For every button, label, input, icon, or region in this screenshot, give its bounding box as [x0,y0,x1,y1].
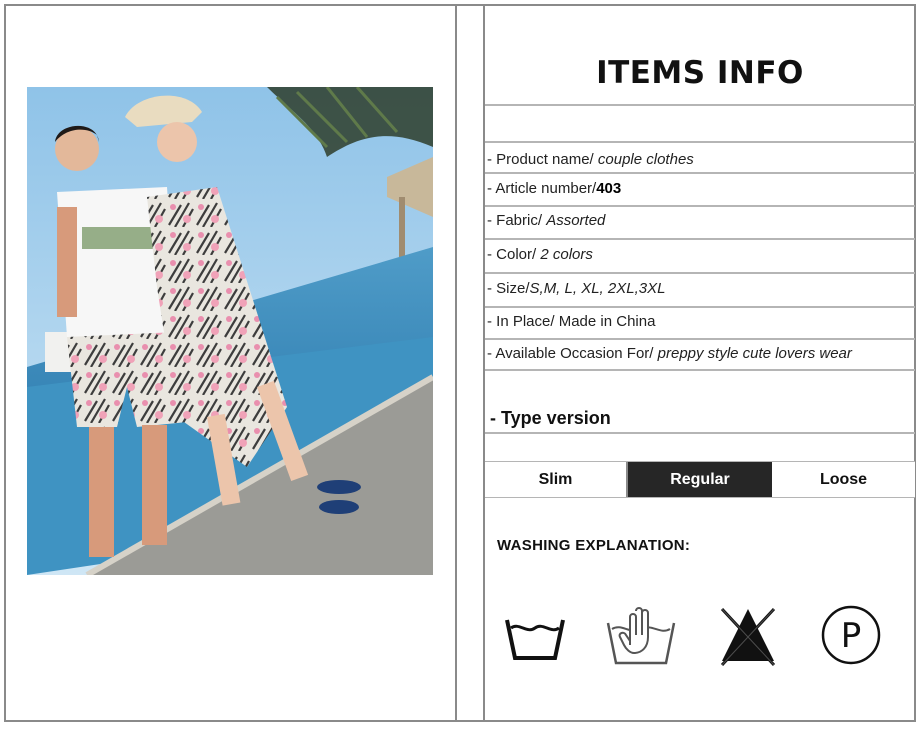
dry-clean-p-icon: P [820,600,882,675]
info-label: - Article number/ [487,180,597,197]
info-row-fabric: - Fabric/ Assorted [487,212,605,229]
machine-wash-icon [503,600,567,669]
type-option-slim[interactable]: Slim [485,462,626,497]
type-option-loose[interactable]: Loose [772,462,915,497]
info-value: couple clothes [597,151,694,168]
divider-line [485,369,915,371]
divider-line [485,205,915,207]
type-option-regular[interactable]: Regular [628,462,772,497]
washing-heading: WASHING EXPLANATION: [497,537,691,554]
info-label: - Fabric/ [487,212,543,229]
hand-wash-icon [600,595,682,674]
type-version-heading: - Type version [490,408,611,428]
info-row-occasion: - Available Occasion For/ preppy style c… [487,345,852,362]
product-photo [27,87,433,575]
info-value: preppy style cute lovers wear [657,345,852,362]
dry-clean-letter: P [841,616,862,656]
info-row-place: - In Place/ Made in China [487,313,655,330]
divider-line [485,432,915,434]
info-row-product-name: - Product name/ couple clothes [487,151,694,168]
info-value: S,M, L, XL, 2XL,3XL [529,280,666,297]
column-divider [455,4,457,722]
column-divider [483,4,485,722]
divider-line [485,141,915,143]
divider-line [485,338,915,340]
info-label: - Available Occasion For/ [487,345,654,362]
divider-line [485,172,915,174]
info-row-article-number: - Article number/403 [487,180,621,197]
info-row-size: - Size/S,M, L, XL, 2XL,3XL [487,280,665,297]
info-value: Assorted [546,212,606,229]
info-row-color: - Color/ 2 colors [487,246,593,263]
divider-line [485,272,915,274]
info-value: 403 [596,180,622,197]
page-title: ITEMS INFO [596,55,804,91]
info-label: - Product name/ [487,151,594,168]
info-label: - In Place/ [487,313,555,330]
divider-line [485,104,915,106]
info-label: - Color/ [487,246,537,263]
info-label: - Size/ [487,280,530,297]
info-value: 2 colors [540,246,593,263]
divider-line [485,306,915,308]
do-not-bleach-icon [718,605,778,672]
divider-line [485,238,915,240]
info-value: Made in China [558,313,656,330]
